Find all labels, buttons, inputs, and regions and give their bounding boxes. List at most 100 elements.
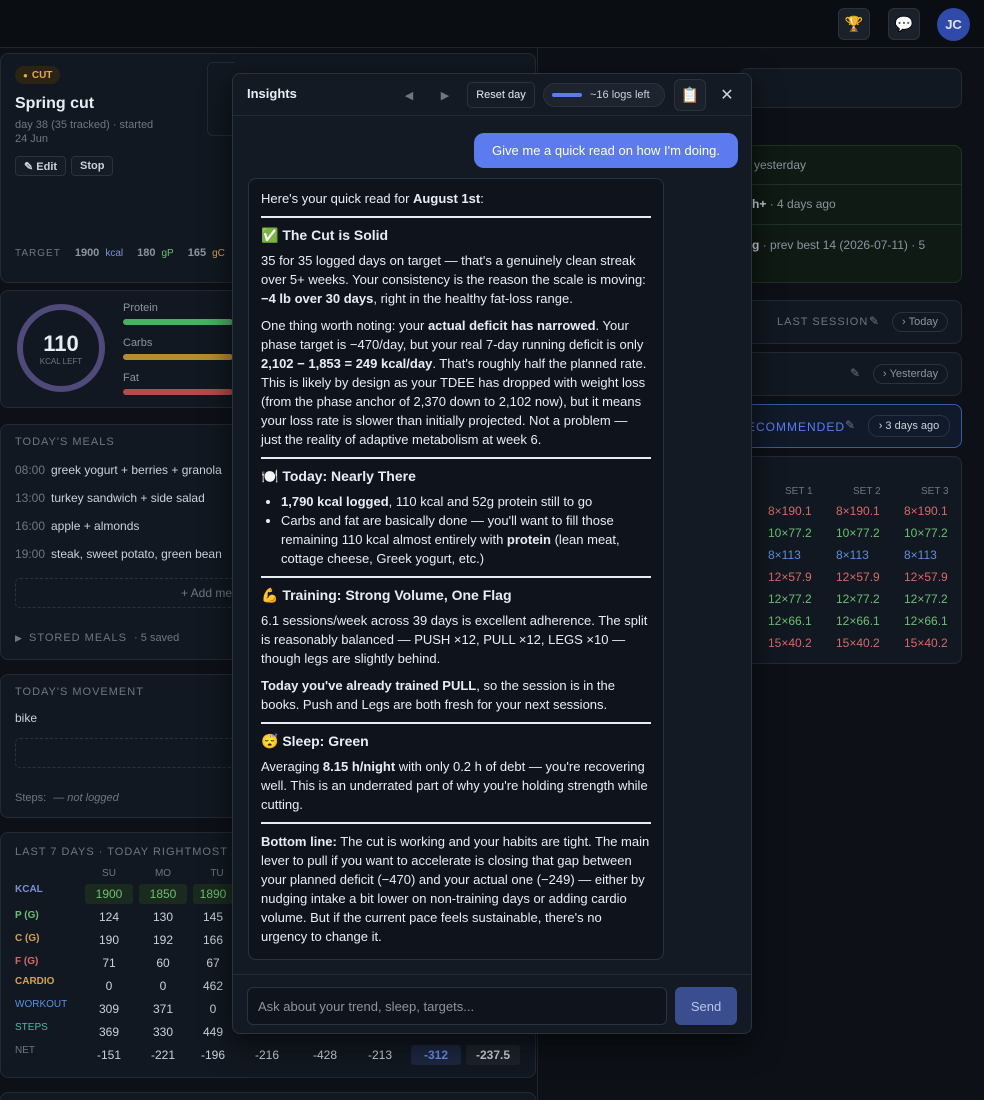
row-label: STEPS [15, 1022, 48, 1033]
cell: 0 [105, 979, 113, 993]
modal-header: Insights ◀ ▶ Reset day ~16 logs left 📋 ✕ [233, 74, 751, 116]
cell: 369 [98, 1025, 120, 1039]
cell: 166 [202, 933, 224, 947]
day-header: MO [154, 868, 172, 879]
cell: 71 [102, 956, 116, 970]
cell: 449 [202, 1025, 224, 1039]
set-header: SET 3 [921, 486, 949, 497]
fat-label: Fat [123, 372, 139, 384]
movement-item[interactable]: bike [15, 711, 37, 725]
pencil-icon[interactable]: ✎ [850, 366, 860, 380]
set-cell: 8×190.1 [768, 504, 812, 518]
logs-progress [552, 93, 582, 97]
yesterday-chip[interactable]: › Yesterday [873, 364, 948, 384]
cell: 0 [209, 1002, 217, 1016]
phase-sub: day 38 (35 tracked) · started [15, 119, 154, 131]
row-label: C (G) [15, 933, 40, 944]
cell: 462 [202, 979, 224, 993]
set-cell: 15×40.2 [904, 636, 948, 650]
meal-row[interactable]: 16:00 apple + almonds [15, 519, 139, 533]
close-icon[interactable]: ✕ [715, 83, 739, 107]
right-search-card [740, 68, 962, 108]
meal-row[interactable]: 19:00 steak, sweet potato, green bean [15, 547, 222, 561]
caret-right-icon: ▶ [15, 633, 22, 643]
set-cell: 12×77.2 [768, 592, 812, 606]
kcal-cell: 1890 [193, 884, 233, 904]
row-label: WORKOUT [15, 999, 68, 1010]
steps-row: Steps: — not logged [15, 792, 119, 804]
reset-day-button[interactable]: Reset day [467, 82, 535, 108]
edit-button[interactable]: ✎ Edit [15, 156, 67, 176]
meals-title: TODAY'S MEALS [15, 436, 115, 448]
set-cell: 10×77.2 [836, 526, 880, 540]
divider [740, 224, 962, 225]
set-cell: 8×113 [768, 548, 801, 562]
stored-meals-toggle[interactable]: ▶ STORED MEALS · 5 saved [15, 632, 179, 644]
set-cell: 8×190.1 [904, 504, 948, 518]
prev-day-button[interactable]: ◀ [395, 83, 423, 107]
top-bar: 🏆 💬 JC [0, 0, 984, 48]
set-cell: 12×66.1 [904, 614, 948, 628]
meal-row[interactable]: 13:00 turkey sandwich + side salad [15, 491, 205, 505]
cell: 145 [202, 910, 224, 924]
set-cell: 8×190.1 [836, 504, 880, 518]
pencil-icon[interactable]: ✎ [845, 418, 855, 432]
reply-heading: 💪 Training: Strong Volume, One Flag [261, 587, 512, 603]
add-meal-button[interactable]: + Add me [15, 578, 245, 608]
cell: 192 [152, 933, 174, 947]
row-label: P (G) [15, 910, 39, 921]
set-cell: 8×113 [836, 548, 869, 562]
set-cell: 15×40.2 [836, 636, 880, 650]
today-chip[interactable]: › Today [892, 312, 948, 332]
cell: 130 [152, 910, 174, 924]
net-cell: -151 [96, 1048, 122, 1062]
row-label: KCAL [15, 884, 43, 895]
pr-item: h+ · 4 days ago [752, 197, 836, 211]
carbs-bar [123, 354, 233, 360]
logs-left-indicator: ~16 logs left [543, 83, 665, 107]
trophy-icon[interactable]: 🏆 [838, 8, 870, 40]
days-ago-chip[interactable]: › 3 days ago [868, 415, 950, 437]
meal-row[interactable]: 08:00 greek yogurt + berries + granola [15, 463, 222, 477]
net-cell: -428 [312, 1048, 338, 1062]
cell: 371 [152, 1002, 174, 1016]
net-cell-today: -312 [411, 1045, 461, 1065]
cell: 330 [152, 1025, 174, 1039]
divider [740, 184, 962, 185]
assistant-reply: Here's your quick read for August 1st: ✅… [248, 178, 664, 960]
insights-modal: Insights ◀ ▶ Reset day ~16 logs left 📋 ✕… [232, 73, 752, 1034]
stop-button[interactable]: Stop [71, 156, 114, 176]
cell: 190 [98, 933, 120, 947]
modal-title: Insights [247, 86, 297, 101]
clipboard-icon[interactable]: 📋 [674, 79, 706, 111]
cell: 309 [98, 1002, 120, 1016]
add-movement-button[interactable] [15, 738, 245, 768]
fat-bar [123, 389, 233, 395]
set-cell: 15×40.2 [768, 636, 812, 650]
send-button[interactable]: Send [675, 987, 737, 1025]
avatar[interactable]: JC [937, 8, 970, 41]
kcal-ring: 110 KCAL LEFT [17, 304, 105, 392]
set-cell: 12×77.2 [836, 592, 880, 606]
net-cell: -221 [150, 1048, 176, 1062]
user-message: Give me a quick read on how I'm doing. [474, 133, 738, 168]
reply-heading: ✅ The Cut is Solid [261, 227, 389, 243]
protein-bar [123, 319, 233, 325]
set-cell: 12×66.1 [836, 614, 880, 628]
cell: 124 [98, 910, 120, 924]
set-cell: 10×77.2 [904, 526, 948, 540]
carbs-label: Carbs [123, 337, 153, 349]
chat-input[interactable]: Ask about your trend, sleep, targets... [247, 987, 667, 1025]
phase-name: Spring cut [15, 95, 95, 112]
modal-footer: Ask about your trend, sleep, targets... … [233, 974, 751, 1034]
chat-icon[interactable]: 💬 [888, 8, 920, 40]
set-header: SET 1 [785, 486, 813, 497]
pencil-icon[interactable]: ✎ [869, 314, 879, 328]
next-day-button[interactable]: ▶ [431, 83, 459, 107]
bottom-card [0, 1092, 536, 1100]
reply-heading: 😴 Sleep: Green [261, 733, 369, 749]
kcal-cell: 1850 [139, 884, 187, 904]
target-row: TARGET 1900kcal 180gP 165gC 6 [15, 247, 245, 259]
cell: 60 [156, 956, 170, 970]
day-header: SU [102, 868, 116, 879]
